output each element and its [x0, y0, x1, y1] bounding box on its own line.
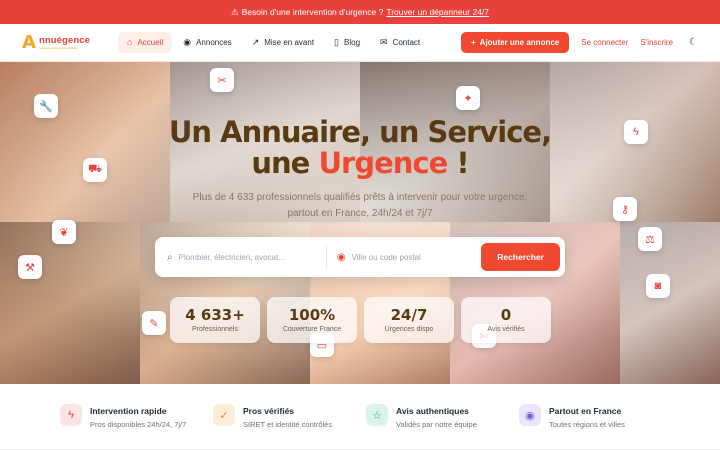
stat-card: 24/7 Urgences dispo	[364, 297, 454, 343]
stat-card: 0 Avis vérifiés	[461, 297, 551, 343]
lightning-icon: ϟ	[60, 404, 82, 426]
urgent-banner: ⚠ Besoin d'une intervention d'urgence ? …	[0, 0, 720, 24]
location-search-field[interactable]: ◉ Ville ou code postal	[327, 252, 481, 263]
logo-mark: A	[22, 31, 36, 53]
main-nav: A nnuégence Annuaire des professionnels …	[0, 24, 720, 62]
stats-row: 4 633+ Professionnels 100% Couverture Fr…	[170, 297, 551, 343]
location-search-input[interactable]: Ville ou code postal	[352, 253, 421, 262]
features-row: ϟ Intervention rapide Pros disponibles 2…	[0, 384, 720, 450]
feature-item: ◉ Partout en France Toutes régions et vi…	[519, 404, 672, 429]
nav-item-blog[interactable]: ▯ Blog	[325, 32, 369, 53]
paintbrush-icon: ✎	[142, 311, 166, 335]
trending-icon: ↗	[251, 37, 260, 47]
feature-item: ☆ Avis authentiques Validés par notre éq…	[366, 404, 519, 429]
stat-card: 100% Couverture France	[267, 297, 357, 343]
scale-icon: ⚖	[638, 227, 662, 251]
map-pin-icon: ◉	[183, 37, 192, 47]
login-link[interactable]: Se connecter	[581, 38, 628, 47]
banner-text: Besoin d'une intervention d'urgence ?	[241, 7, 384, 17]
banner-link[interactable]: Trouver un dépanneur 24/7	[386, 7, 489, 17]
logo[interactable]: A nnuégence Annuaire des professionnels	[22, 31, 118, 53]
camera-icon: ◙	[646, 274, 670, 298]
signup-link[interactable]: S'inscrire	[640, 38, 673, 47]
plus-icon: +	[471, 38, 476, 47]
scissors-icon: ✂	[210, 68, 234, 92]
nav-item-contact[interactable]: ✉ Contact	[371, 32, 429, 53]
sparkle-icon: ✦	[456, 86, 480, 110]
star-icon: ☆	[366, 404, 388, 426]
search-button[interactable]: Rechercher	[481, 243, 560, 271]
logo-tagline: Annuaire des professionnels	[38, 46, 77, 50]
key-icon: ⚷	[613, 197, 637, 221]
map-pin-icon: ◉	[336, 251, 346, 263]
book-icon: ▯	[334, 37, 339, 47]
service-search-field[interactable]: ⌕ Plombier, électricien, avocat...	[167, 245, 327, 269]
stat-card: 4 633+ Professionnels	[170, 297, 260, 343]
add-listing-button[interactable]: + Ajouter une annonce	[461, 32, 570, 53]
nav-links: ⌂ Accueil ◉ Annonces ↗ Mise en avant ▯ B…	[118, 32, 429, 53]
feature-item: ϟ Intervention rapide Pros disponibles 2…	[60, 404, 213, 429]
home-icon: ⌂	[127, 37, 133, 47]
nav-item-annonces[interactable]: ◉ Annonces	[174, 32, 240, 53]
feature-item: ✓ Pros vérifiés SIRET et identité contrô…	[213, 404, 366, 429]
wrench-icon: 🔧	[34, 94, 58, 118]
map-pin-icon: ◉	[519, 404, 541, 426]
dark-mode-toggle-icon[interactable]: ☾	[689, 37, 698, 48]
warning-icon: ⚠	[230, 6, 239, 17]
check-circle-icon: ✓	[213, 404, 235, 426]
leaf-icon: ❦	[52, 220, 76, 244]
hero-title: Un Annuaire, un Service, une Urgence !	[168, 115, 552, 181]
hero-subtitle: Plus de 4 633 professionnels qualifiés p…	[192, 192, 528, 219]
service-search-input[interactable]: Plombier, électricien, avocat...	[179, 253, 285, 262]
nav-item-mise-en-avant[interactable]: ↗ Mise en avant	[243, 32, 323, 53]
logo-word: nnuégence	[38, 35, 90, 46]
hammer-icon: ⚒	[18, 255, 42, 279]
search-icon: ⌕	[167, 251, 173, 263]
mail-icon: ✉	[380, 37, 388, 47]
hero-title-urgence: Urgence	[318, 146, 448, 181]
search-bar: ⌕ Plombier, électricien, avocat... ◉ Vil…	[155, 237, 565, 277]
nav-item-accueil[interactable]: ⌂ Accueil	[118, 32, 173, 53]
hero-section: 🔧 ⛟ ✂ ✦ ϟ ⚷ ❦ ⚒ ⚖ ◙ ✎ ▭ ✄ Un Annuaire, u…	[0, 62, 720, 384]
